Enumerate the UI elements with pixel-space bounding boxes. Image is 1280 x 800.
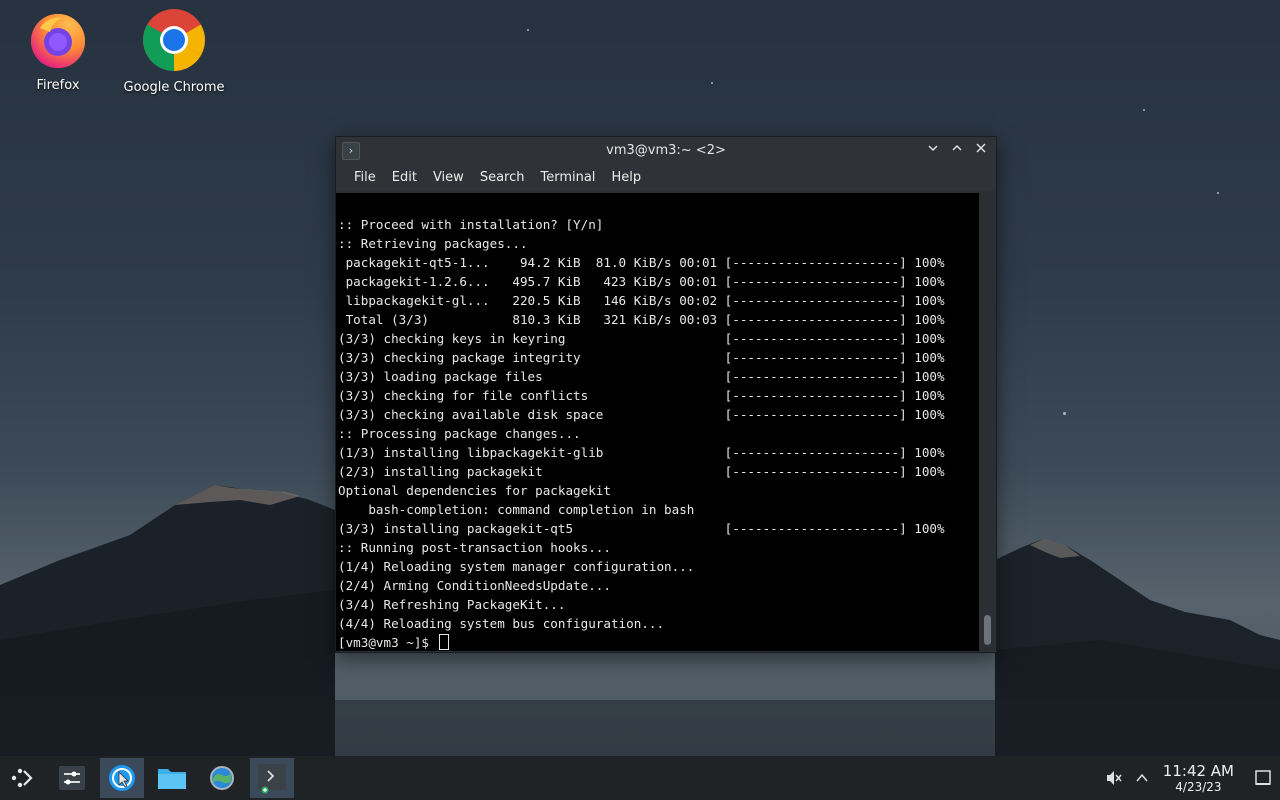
digital-clock[interactable]: 11:42 AM 4/23/23	[1162, 761, 1234, 794]
taskbar-terminal[interactable]	[250, 758, 294, 798]
chrome-icon	[143, 9, 205, 71]
terminal-line: Optional dependencies for packagekit	[338, 483, 611, 498]
folder-icon	[158, 769, 186, 789]
star	[1063, 412, 1066, 415]
taskbar-settings-sliders[interactable]	[50, 758, 94, 798]
desktop-icon-label: Google Chrome	[123, 80, 225, 95]
terminal-line: (1/3) installing libpackagekit-glib [---…	[338, 445, 945, 460]
volume-muted-icon	[1106, 771, 1122, 785]
terminal-output[interactable]: :: Proceed with installation? [Y/n]:: Re…	[336, 193, 979, 651]
taskbar: 11:42 AM 4/23/23	[0, 756, 1280, 800]
terminal-line: :: Processing package changes...	[338, 426, 581, 441]
desktop-icon-firefox[interactable]: Firefox	[3, 8, 113, 93]
menu-file[interactable]: File	[346, 165, 384, 191]
menu-help[interactable]: Help	[603, 165, 649, 191]
app-launcher-icon	[11, 768, 33, 788]
terminal-line: bash-completion: command completion in b…	[338, 502, 695, 517]
terminal-prompt[interactable]: [vm3@vm3 ~]$	[338, 633, 945, 651]
window-title: vm3@vm3:~ <2>	[606, 143, 726, 158]
discover-icon	[109, 765, 135, 791]
clock-date: 4/23/23	[1175, 779, 1222, 794]
terminal-line: Total (3/3) 810.3 KiB 321 KiB/s 00:03 [-…	[338, 312, 945, 327]
firefox-icon	[31, 14, 85, 68]
terminal-line: (3/3) loading package files [-----------…	[338, 369, 945, 384]
terminal-line: (4/4) Reloading system bus configuration…	[338, 616, 665, 631]
desktop-icon-google-chrome[interactable]: Google Chrome	[119, 8, 229, 95]
terminal-window: › vm3@vm3:~ <2> File Edit View Search Te…	[335, 136, 997, 653]
show-desktop-icon	[1255, 770, 1271, 785]
taskbar-system-settings[interactable]	[200, 758, 244, 798]
terminal-icon	[258, 764, 286, 794]
minimize-button[interactable]	[924, 142, 942, 160]
star	[527, 29, 529, 31]
terminal-line: packagekit-qt5-1... 94.2 KiB 81.0 KiB/s …	[338, 255, 945, 270]
app-launcher-button[interactable]	[0, 758, 44, 798]
scrollbar-thumb[interactable]	[984, 615, 991, 645]
text-cursor	[438, 634, 449, 650]
terminal-line: :: Running post-transaction hooks...	[338, 540, 611, 555]
chevron-down-icon	[928, 145, 938, 152]
star	[711, 82, 713, 84]
clock-time: 11:42 AM	[1162, 761, 1234, 780]
menu-terminal[interactable]: Terminal	[532, 165, 603, 191]
terminal-line: :: Proceed with installation? [Y/n]	[338, 217, 604, 232]
system-tray: 11:42 AM 4/23/23	[1105, 756, 1280, 800]
menu-edit[interactable]: Edit	[384, 165, 425, 191]
star	[1143, 109, 1145, 111]
taskbar-discover[interactable]	[100, 758, 144, 798]
system-settings-icon	[210, 766, 234, 790]
terminal-line: (2/3) installing packagekit [-----------…	[338, 464, 945, 479]
close-icon	[976, 143, 986, 153]
tray-expand-button[interactable]	[1135, 771, 1149, 785]
terminal-line: (2/4) Arming ConditionNeedsUpdate...	[338, 578, 611, 593]
terminal-line: (3/4) Refreshing PackageKit...	[338, 597, 566, 612]
terminal-line: (3/3) checking keys in keyring [--------…	[338, 331, 945, 346]
terminal-line: :: Retrieving packages...	[338, 236, 528, 251]
volume-muted-button[interactable]	[1105, 769, 1123, 787]
scrollbar[interactable]	[980, 193, 996, 651]
terminal-lines: :: Proceed with installation? [Y/n]:: Re…	[338, 215, 945, 651]
settings-sliders-icon	[59, 766, 85, 790]
terminal-line: (3/3) installing packagekit-qt5 [-------…	[338, 521, 945, 536]
terminal-line: packagekit-1.2.6... 495.7 KiB 423 KiB/s …	[338, 274, 945, 289]
chevron-up-icon	[952, 144, 962, 151]
terminal-line: (3/3) checking for file conflicts [-----…	[338, 388, 945, 403]
menu-view[interactable]: View	[425, 165, 472, 191]
close-button[interactable]	[972, 142, 990, 160]
terminal-line: (3/3) checking available disk space [---…	[338, 407, 945, 422]
show-desktop-button[interactable]	[1254, 769, 1272, 787]
terminal-line: libpackagekit-gl... 220.5 KiB 146 KiB/s …	[338, 293, 945, 308]
terminal-line: (1/4) Reloading system manager configura…	[338, 559, 695, 574]
menu-search[interactable]: Search	[472, 165, 533, 191]
taskbar-file-manager[interactable]	[150, 758, 194, 798]
terminal-line: (3/3) checking package integrity [------…	[338, 350, 945, 365]
chevron-up-icon	[1136, 773, 1148, 782]
prompt-text: [vm3@vm3 ~]$	[338, 635, 437, 650]
menubar: File Edit View Search Terminal Help	[336, 165, 996, 191]
desktop-icon-label: Firefox	[36, 78, 80, 93]
window-titlebar[interactable]: › vm3@vm3:~ <2>	[336, 137, 996, 165]
star	[1217, 192, 1219, 194]
maximize-button[interactable]	[948, 142, 966, 160]
